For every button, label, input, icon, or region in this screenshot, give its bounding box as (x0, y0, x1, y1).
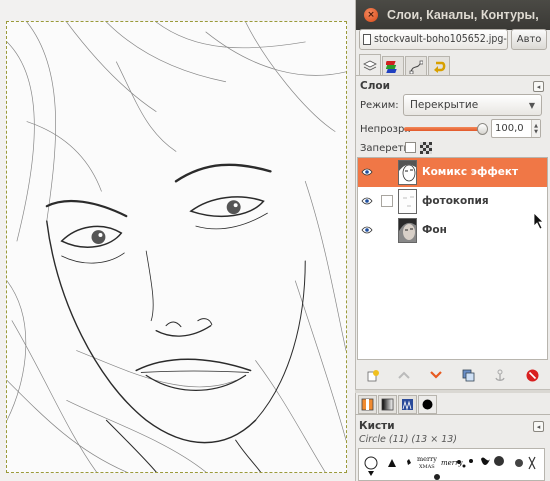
tab-paths[interactable] (405, 56, 427, 76)
opacity-value: 100,0 (495, 123, 524, 134)
paths-icon (409, 60, 423, 74)
dock-title: Слои, Каналы, Контуры, (387, 8, 539, 22)
lock-alpha-icon[interactable] (420, 142, 432, 154)
lower-layer-icon[interactable] (429, 368, 443, 382)
delete-layer-icon[interactable] (525, 368, 539, 382)
duplicate-layer-icon[interactable] (461, 368, 475, 382)
chevron-down-icon: ▼ (528, 100, 535, 110)
new-layer-icon[interactable] (365, 368, 379, 382)
brushes-grid[interactable]: merry XMAS merry (358, 448, 545, 481)
document-icon (363, 33, 371, 45)
mode-label: Режим: (360, 100, 399, 111)
panel-menu-icon[interactable]: ◂ (533, 81, 544, 92)
eye-icon[interactable] (361, 196, 373, 206)
link-toggle[interactable] (381, 195, 393, 207)
layer-name[interactable]: Комикс эффект (422, 166, 518, 178)
opacity-slider-handle[interactable] (477, 123, 488, 135)
layer-row[interactable]: Комикс эффект (358, 158, 547, 187)
dock-tabs-bottom (358, 395, 438, 414)
layers-list[interactable]: Комикс эффект фотокопия Фон (357, 157, 548, 360)
gimp-screen: × Слои, Каналы, Контуры, stockvault-boho… (0, 0, 550, 481)
tab-fg-bg[interactable] (358, 395, 377, 414)
brush-merry-icon: merry (417, 455, 437, 463)
image-canvas-area[interactable] (0, 0, 352, 481)
layer-thumbnail (398, 218, 417, 243)
mode-value: Перекрытие (410, 99, 479, 111)
mouse-cursor-icon (533, 212, 544, 230)
patterns-icon (402, 399, 413, 411)
undo-history-icon (434, 61, 446, 73)
brush-presets-icon: merry XMAS merry (364, 455, 536, 480)
tab-undo-history[interactable] (428, 56, 450, 76)
image-name: stockvault-boho105652.jpg-2 (374, 33, 509, 45)
image-select-dropdown[interactable]: stockvault-boho105652.jpg-2 (359, 28, 509, 50)
svg-text:merry: merry (441, 459, 463, 467)
tab-channels[interactable] (382, 56, 404, 76)
channels-icon (386, 61, 397, 73)
layer-row[interactable]: Фон (358, 216, 547, 245)
pencil-sketch-image[interactable] (6, 21, 347, 473)
spin-arrows-icon[interactable]: ▲ ▼ (531, 120, 540, 137)
brush-icon (422, 399, 433, 410)
layers-panel-title: Слои (360, 80, 390, 92)
layer-thumbnail (398, 160, 417, 185)
eye-icon[interactable] (361, 225, 373, 235)
tab-brushes[interactable] (418, 395, 437, 414)
mode-dropdown[interactable]: Перекрытие ▼ (403, 94, 542, 116)
foreground-background-icon (361, 398, 374, 411)
layer-actions-bar (359, 367, 545, 383)
tab-gradient[interactable] (378, 395, 397, 414)
layers-icon (363, 60, 377, 70)
layer-name[interactable]: фотокопия (422, 195, 489, 207)
dock-tabs (359, 54, 451, 76)
layer-row[interactable]: фотокопия (358, 187, 547, 216)
auto-button[interactable]: Авто (511, 28, 547, 50)
opacity-slider-fill (404, 127, 486, 131)
eye-icon[interactable] (361, 167, 373, 177)
opacity-spinbox[interactable]: 100,0 ▲ ▼ (491, 119, 541, 138)
raise-layer-icon[interactable] (397, 368, 411, 382)
image-selector-row: stockvault-boho105652.jpg-2 Авто (359, 27, 547, 51)
opacity-slider[interactable] (404, 123, 488, 135)
dock-titlebar[interactable]: × Слои, Каналы, Контуры, (356, 0, 550, 30)
gradient-icon (381, 398, 394, 411)
svg-text:XMAS: XMAS (419, 464, 435, 470)
tabs-divider (356, 75, 550, 76)
layer-name[interactable]: Фон (422, 224, 447, 236)
lock-pixels-checkbox[interactable] (405, 142, 416, 153)
close-icon[interactable]: × (364, 8, 378, 22)
tab-layers[interactable] (359, 54, 381, 76)
anchor-icon[interactable] (493, 368, 507, 382)
tab-patterns[interactable] (398, 395, 417, 414)
layer-thumbnail (398, 189, 417, 214)
